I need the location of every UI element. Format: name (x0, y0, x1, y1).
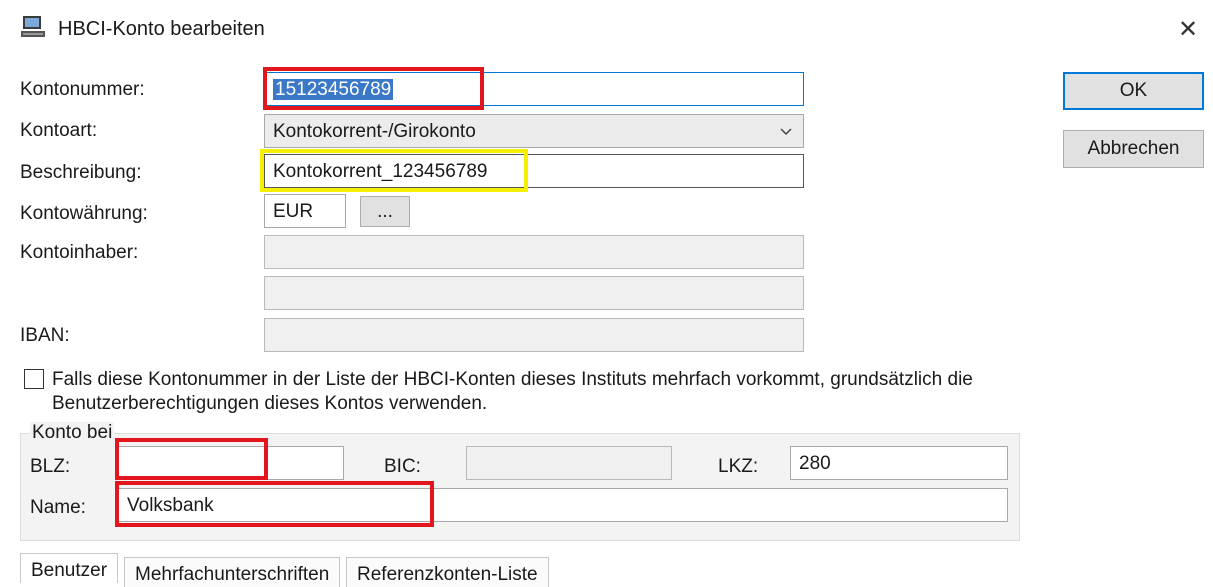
kontonummer-input[interactable]: 15123456789 (264, 72, 804, 106)
bic-label: BIC: (384, 456, 421, 477)
dialog-title: HBCI-Konto bearbeiten (58, 18, 265, 40)
inhaber-label: Kontoinhaber: (20, 242, 139, 263)
chevron-down-icon (779, 124, 793, 143)
kontoart-value: Kontokorrent-/Girokonto (273, 120, 476, 142)
tab-benutzer-label: Benutzer (31, 560, 108, 581)
kontoart-label: Kontoart: (20, 120, 98, 141)
tab-referenzkonten[interactable]: Referenzkonten-Liste (346, 557, 549, 587)
title-bar: HBCI-Konto bearbeiten ✕ (0, 0, 1213, 60)
waehrung-browse-label: ... (377, 200, 393, 222)
close-icon[interactable]: ✕ (1178, 15, 1198, 43)
waehrung-label: Kontowährung: (20, 203, 148, 224)
cancel-button[interactable]: Abbrechen (1063, 130, 1204, 168)
mehrfach-checkbox[interactable] (24, 369, 44, 389)
tab-benutzer[interactable]: Benutzer (20, 553, 119, 583)
lkz-value: 280 (799, 452, 831, 474)
name-input[interactable]: Volksbank (118, 488, 1008, 522)
tab-referenzkonten-label: Referenzkonten-Liste (357, 564, 538, 585)
ok-button[interactable]: OK (1063, 72, 1204, 110)
blz-label: BLZ: (30, 456, 71, 477)
cancel-button-label: Abbrechen (1087, 138, 1180, 159)
konto-bei-label: Konto bei (30, 422, 115, 444)
app-icon (20, 14, 46, 40)
name-label: Name: (30, 497, 86, 518)
tab-mehrfachunterschriften-label: Mehrfachunterschriften (135, 564, 330, 585)
checkbox-text-line1: Falls diese Kontonummer in der Liste der… (52, 369, 973, 390)
beschreibung-label: Beschreibung: (20, 162, 142, 183)
lkz-label: LKZ: (718, 456, 759, 477)
waehrung-browse-button[interactable]: ... (360, 196, 410, 227)
waehrung-input[interactable]: EUR (264, 194, 346, 228)
tab-mehrfachunterschriften[interactable]: Mehrfachunterschriften (124, 557, 341, 587)
bic-input[interactable] (466, 446, 672, 480)
waehrung-value: EUR (273, 200, 314, 222)
kontonummer-label: Kontonummer: (20, 79, 145, 100)
iban-input[interactable] (264, 318, 804, 352)
iban-label: IBAN: (20, 325, 70, 346)
inhaber-input-1[interactable] (264, 235, 804, 269)
inhaber-input-2[interactable] (264, 276, 804, 310)
beschreibung-value: Kontokorrent_123456789 (273, 160, 488, 182)
ok-button-label: OK (1119, 80, 1148, 101)
blz-input[interactable] (118, 446, 344, 480)
dialog-window: { "dialog": { "title": "HBCI-Konto bearb… (0, 0, 1213, 587)
kontonummer-value: 15123456789 (273, 78, 394, 100)
beschreibung-input[interactable]: Kontokorrent_123456789 (264, 154, 804, 188)
lkz-input[interactable]: 280 (790, 446, 1008, 480)
checkbox-text-line2: Benutzerberechtigungen dieses Kontos ver… (52, 393, 488, 414)
kontoart-select[interactable]: Kontokorrent-/Girokonto (264, 114, 804, 148)
name-value: Volksbank (127, 494, 214, 516)
